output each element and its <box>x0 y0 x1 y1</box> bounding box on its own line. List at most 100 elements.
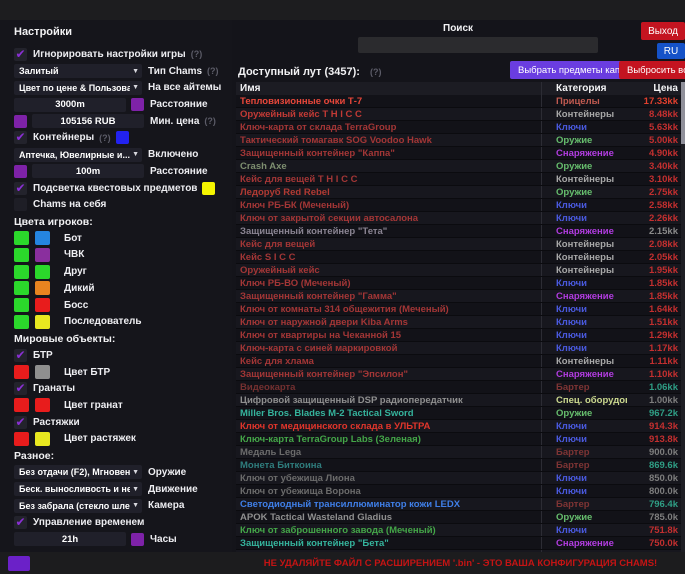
grenades-checkbox[interactable]: ✔ <box>14 382 27 395</box>
bot-color-primary-swatch[interactable] <box>14 231 29 245</box>
loot-row[interactable]: Ключ РБ-ВО (Меченый)Ключи1.85kk <box>236 277 685 290</box>
scav-color-primary-swatch[interactable] <box>14 281 29 295</box>
hours-input[interactable]: 21h <box>14 532 126 546</box>
weapon-mode-select-value: Без отдачи (F2), Мгновенное п <box>19 467 130 477</box>
exit-button[interactable]: Выход <box>641 22 685 40</box>
loot-row[interactable]: Ключ от медицинского склада в УЛЬТРАКлюч… <box>236 420 685 433</box>
loot-row[interactable]: Crash AxeОружие3.40kk <box>236 160 685 173</box>
container-distance-color-swatch[interactable] <box>14 165 27 178</box>
tripwires-checkbox[interactable]: ✔ <box>14 416 27 429</box>
grenade-color-secondary-swatch[interactable] <box>35 398 50 412</box>
loot-row[interactable]: Ключ РБ-БК (Меченый)Ключи2.58kk <box>236 199 685 212</box>
loot-scrollbar[interactable] <box>681 82 685 552</box>
loot-item-price: 2.08kk <box>627 238 685 250</box>
pmc-color-primary-swatch[interactable] <box>14 248 29 262</box>
containers-color-swatch[interactable] <box>116 131 129 144</box>
loot-row[interactable]: Оружейный кейсКонтейнеры1.95kk <box>236 264 685 277</box>
loot-row[interactable]: Ключ-карта TerraGroup Labs (Зеленая)Ключ… <box>236 433 685 446</box>
tripwire-color-secondary-swatch[interactable] <box>35 432 50 446</box>
loot-row[interactable]: Защищенный контейнер "Тета"Снаряжение2.1… <box>236 225 685 238</box>
loot-row[interactable]: Ключ-карта от склада TerraGroupКлючи5.63… <box>236 121 685 134</box>
loot-row[interactable]: Медаль LegaБартер900.0k <box>236 446 685 459</box>
loot-row[interactable]: APOK Tactical Wasteland GladiusОружие785… <box>236 511 685 524</box>
follower-color-primary-swatch[interactable] <box>14 315 29 329</box>
min-price-input[interactable]: 105156 RUB <box>32 114 144 128</box>
footer-color-swatch <box>8 556 30 571</box>
grenade-color-primary-swatch[interactable] <box>14 398 29 412</box>
weapon-mode-select[interactable]: Без отдачи (F2), Мгновенное п▼ <box>14 465 142 479</box>
container-filter-select[interactable]: Аптечка, Ювелирные и...▼ <box>14 148 142 162</box>
pmc-color-secondary-swatch[interactable] <box>35 248 50 262</box>
containers-label: Контейнеры <box>33 132 94 143</box>
loot-row[interactable]: Монета БиткоинаБартер869.6k <box>236 459 685 472</box>
boss-color-secondary-swatch[interactable] <box>35 298 50 312</box>
loot-scrollbar-thumb[interactable] <box>681 82 685 144</box>
loot-row[interactable]: Светодиодный трансиллюминатор кожи LEDXБ… <box>236 498 685 511</box>
loot-row[interactable]: Ледоруб Red RebelОружие2.75kk <box>236 186 685 199</box>
loot-row[interactable]: Защищенный контейнер "Гамма"Снаряжение1.… <box>236 290 685 303</box>
loot-row[interactable]: Кейс S I C CКонтейнеры2.05kk <box>236 251 685 264</box>
scav-color-secondary-swatch[interactable] <box>35 281 50 295</box>
min-price-color-swatch[interactable] <box>14 115 27 128</box>
loot-item-price: 900.0k <box>627 446 685 458</box>
loot-row[interactable]: Miller Bros. Blades M-2 Tactical SwordОр… <box>236 407 685 420</box>
discard-all-button[interactable]: Выбросить все <box>619 61 685 79</box>
boss-color-primary-swatch[interactable] <box>14 298 29 312</box>
containers-checkbox[interactable]: ✔ <box>14 131 27 144</box>
setting-row-scav-color: Дикий <box>14 280 226 297</box>
loot-row[interactable]: Ключ от убежища ВоронаКлючи800.0k <box>236 485 685 498</box>
container-distance-input[interactable]: 100m <box>32 164 144 178</box>
loot-row[interactable]: Тактический томагавк SOG Voodoo HawkОруж… <box>236 134 685 147</box>
camera-mode-select[interactable]: Без забрала (стекло шлема)▼ <box>14 499 142 513</box>
loot-item-price: 2.75kk <box>627 186 685 198</box>
chams-type-select[interactable]: Залитый▼ <box>14 64 142 78</box>
loot-row[interactable]: Ключ от убежища ЛионаКлючи850.0k <box>236 472 685 485</box>
loot-item-category: Оружие <box>541 186 627 198</box>
loot-row[interactable]: Кейс для хламаКонтейнеры1.11kk <box>236 355 685 368</box>
quest-items-highlight-color-swatch[interactable] <box>202 182 215 195</box>
loot-row[interactable]: Защищенный контейнер "Бета"Снаряжение750… <box>236 537 685 550</box>
column-header-category[interactable]: Категория <box>541 82 627 95</box>
setting-row-all-items-mode: Цвет по цене & Пользователь▼На все айтем… <box>14 79 226 96</box>
render-distance-input[interactable]: 3000m <box>14 98 126 112</box>
friend-color-secondary-swatch[interactable] <box>35 265 50 279</box>
ignore-game-settings-checkbox[interactable]: ✔ <box>14 48 27 61</box>
loot-row[interactable]: Тепловизионные очки Т-7Прицелы17.33kk <box>236 95 685 108</box>
loot-row[interactable]: Цифровой защищенный DSP радиопередатчикС… <box>236 394 685 407</box>
friend-color-primary-swatch[interactable] <box>14 265 29 279</box>
all-items-mode-select[interactable]: Цвет по цене & Пользователь▼ <box>14 81 142 95</box>
btr-color-primary-swatch[interactable] <box>14 365 29 379</box>
settings-panel: Настройки ✔Игнорировать настройки игры(?… <box>0 20 232 552</box>
loot-row[interactable]: Ключ от комнаты 314 общежития (Меченый)К… <box>236 303 685 316</box>
loot-item-name: Ключ РБ-ВО (Меченый) <box>236 277 541 289</box>
tripwire-color-primary-swatch[interactable] <box>14 432 29 446</box>
loot-row[interactable]: Ключ от наружной двери Kiba ArmsКлючи1.5… <box>236 316 685 329</box>
chams-on-self-checkbox[interactable] <box>14 198 27 211</box>
quest-items-highlight-checkbox[interactable]: ✔ <box>14 182 27 195</box>
loot-item-price: 869.6k <box>627 459 685 471</box>
loot-row[interactable]: Кейс для вещей T H I C CКонтейнеры3.10kk <box>236 173 685 186</box>
search-input[interactable] <box>358 37 598 53</box>
follower-color-secondary-swatch[interactable] <box>35 315 50 329</box>
column-header-price[interactable]: Цена <box>627 82 685 95</box>
btr-checkbox[interactable]: ✔ <box>14 349 27 362</box>
loot-row[interactable]: Ключ от заброшенного завода (Меченый)Клю… <box>236 524 685 537</box>
render-distance-color-swatch[interactable] <box>131 98 144 111</box>
column-header-name[interactable]: Имя <box>236 82 541 95</box>
loot-row[interactable]: Защищенный контейнер "Эпсилон"Снаряжение… <box>236 368 685 381</box>
loot-row[interactable]: Защищенный контейнер "Каппа"Снаряжение4.… <box>236 147 685 160</box>
btr-color-secondary-swatch[interactable] <box>35 365 50 379</box>
movement-mode-select[interactable]: Беск. выносливость и нет уста▼ <box>14 482 142 496</box>
loot-row[interactable]: Кейс для вещейКонтейнеры2.08kk <box>236 238 685 251</box>
language-button[interactable]: RU <box>657 43 685 59</box>
hours-color-swatch[interactable] <box>131 533 144 546</box>
setting-row-hours: 21hЧасы <box>14 531 226 548</box>
time-control-checkbox[interactable]: ✔ <box>14 516 27 529</box>
setting-row-camera-mode: Без забрала (стекло шлема)▼Камера <box>14 497 226 514</box>
loot-row[interactable]: Оружейный кейс T H I C CКонтейнеры8.48kk <box>236 108 685 121</box>
bot-color-secondary-swatch[interactable] <box>35 231 50 245</box>
loot-row[interactable]: Ключ-карта с синей маркировкойКлючи1.17k… <box>236 342 685 355</box>
loot-row[interactable]: Ключ от квартиры на Чеканной 15Ключи1.29… <box>236 329 685 342</box>
loot-row[interactable]: ВидеокартаБартер1.06kk <box>236 381 685 394</box>
loot-row[interactable]: Ключ от закрытой секции автосалонаКлючи2… <box>236 212 685 225</box>
